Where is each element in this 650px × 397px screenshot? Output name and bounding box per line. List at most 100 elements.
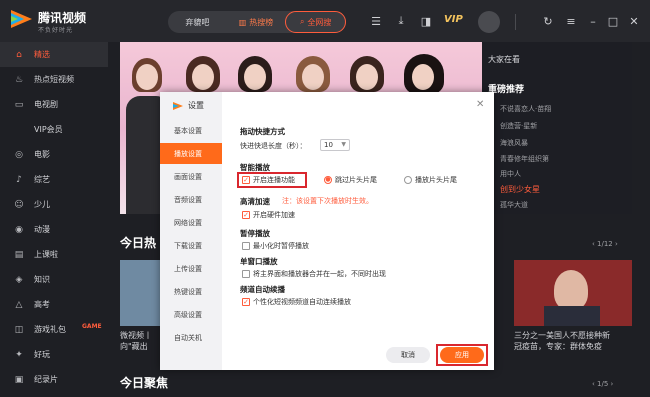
sidebar-item-knowledge[interactable]: ◈ 知识 — [0, 267, 108, 292]
sidebar-item-anime[interactable]: ◉ 动漫 — [0, 217, 108, 242]
seek-length-label: 快进快退长度（秒）： — [240, 142, 307, 150]
history-list-icon[interactable]: ☰ — [368, 13, 384, 29]
sidebar-item-documentary[interactable]: ▣ 纪录片 — [0, 367, 108, 392]
sidebar: ⌂ 精选 ♨ 热点短视频 ▭ 电视剧 VIP会员 ◎ 电影 ♪ 综艺 ☺ 少儿 ◉ 动漫 ▤ 上… — [0, 42, 108, 397]
continuous-play-checkbox[interactable]: ✓ — [242, 176, 250, 184]
gamepad-icon: ◫ — [14, 324, 24, 335]
skip-intro-radio[interactable]: ● — [324, 176, 332, 184]
settings-nav-auto-shutdown[interactable]: 自动关机 — [160, 327, 222, 348]
vip-button[interactable]: VIP — [444, 14, 463, 25]
pager-today-focus[interactable]: ‹ 1/5 › — [592, 380, 613, 388]
tab-community[interactable]: 弃貔吧 — [168, 11, 227, 33]
chevron-right-icon[interactable]: › — [608, 380, 614, 388]
bulb-icon: ◈ — [15, 274, 23, 285]
banner-person-face — [136, 64, 158, 90]
tab-search-all[interactable]: ⌕ 全网搜 — [285, 11, 347, 33]
brand-name: 腾讯视频 — [38, 11, 87, 25]
chart-icon: ▥ — [238, 17, 247, 27]
sidebar-item-movies[interactable]: ◎ 电影 — [0, 142, 108, 167]
tab-label: 全网搜 — [307, 17, 332, 27]
menu-icon[interactable]: ≡ — [563, 13, 579, 29]
sidebar-item-game-gifts[interactable]: ◫ 游戏礼包 GAME — [0, 317, 108, 342]
section-title-today-focus: 今日聚焦 — [120, 376, 169, 390]
skip-intro-label: 跳过片头片尾 — [335, 176, 377, 184]
apply-button[interactable]: 应用 — [440, 347, 484, 363]
settings-nav-playback[interactable]: 播放设置 — [160, 143, 222, 164]
recommend-item[interactable]: 用中人 — [500, 169, 521, 179]
recommend-item[interactable]: 青春修年组织第 — [500, 154, 549, 164]
seek-length-select[interactable]: 10 ▼ — [320, 139, 350, 151]
thumbnail-suit — [544, 306, 600, 326]
settings-content: 拖动快捷方式 快进快退长度（秒）： 10 ▼ 智能播放 ✓ 开启连播功能 ● 跳过… — [237, 92, 490, 370]
tab-label: 弃貔吧 — [185, 17, 210, 27]
recommend-item-highlight[interactable]: 创到少女星 — [500, 184, 540, 195]
settings-nav-basic[interactable]: 基本设置 — [160, 120, 222, 141]
banner-person-face — [302, 64, 324, 90]
maximize-icon[interactable]: □ — [605, 13, 621, 29]
sidebar-item-label: 热点短视频 — [34, 75, 74, 84]
banner-person-face — [412, 64, 434, 90]
tencent-video-logo[interactable] — [8, 8, 34, 30]
sidebar-item-featured[interactable]: ⌂ 精选 — [0, 42, 108, 67]
recommend-item[interactable]: 创造营·星新 — [500, 121, 537, 131]
home-icon: ⌂ — [16, 49, 22, 60]
video-caption[interactable]: 微视频丨 向"藏出 — [120, 330, 152, 352]
auto-continue-checkbox[interactable]: ✓ — [242, 298, 250, 306]
recommend-item[interactable]: 不说喜恋人·苗翔 — [500, 104, 551, 114]
cancel-button[interactable]: 取消 — [386, 347, 430, 363]
close-icon[interactable]: ✕ — [626, 13, 642, 29]
pause-minimize-checkbox[interactable] — [242, 242, 250, 250]
hw-accel-heading: 高清加速 — [240, 197, 270, 206]
game-icon[interactable]: ◨ — [418, 13, 434, 29]
pager-today-hot[interactable]: ‹ 1/12 › — [592, 240, 618, 248]
settings-nav-advanced[interactable]: 高级设置 — [160, 304, 222, 325]
caption-line: 微视频丨 — [120, 331, 152, 340]
title-bar: 腾讯视频 不负好时光 弃貔吧 ▥ 热搜榜 ⌕ 全网搜 ☰ ⤓ ◨ VIP ↻ ≡ –… — [0, 0, 650, 42]
dialog-title: 设置 — [188, 101, 204, 110]
sidebar-item-vip[interactable]: VIP会员 — [0, 117, 108, 142]
banner-person-face — [244, 64, 266, 90]
brand-slogan: 不负好时光 — [38, 27, 74, 34]
settings-nav-hotkeys[interactable]: 热键设置 — [160, 281, 222, 302]
sidebar-item-tv-series[interactable]: ▭ 电视剧 — [0, 92, 108, 117]
auto-continue-heading: 频道自动续播 — [240, 285, 285, 294]
sidebar-item-fun[interactable]: ✦ 好玩 — [0, 342, 108, 367]
settings-nav-network[interactable]: 网络设置 — [160, 212, 222, 233]
sidebar-item-label: 知识 — [34, 275, 50, 284]
sidebar-item-kids[interactable]: ☺ 少儿 — [0, 192, 108, 217]
game-badge: GAME — [82, 323, 102, 330]
video-thumbnail[interactable] — [514, 260, 632, 326]
minimize-icon[interactable]: – — [585, 13, 601, 29]
toolbar-divider — [515, 14, 516, 30]
video-thumbnail[interactable] — [120, 260, 160, 326]
recommend-item[interactable]: 海浪风暴 — [500, 138, 528, 148]
settings-nav-upload[interactable]: 上传设置 — [160, 258, 222, 279]
refresh-icon[interactable]: ↻ — [540, 13, 556, 29]
settings-nav-download[interactable]: 下载设置 — [160, 235, 222, 256]
sidebar-item-variety[interactable]: ♪ 综艺 — [0, 167, 108, 192]
settings-nav-audio[interactable]: 音频设置 — [160, 189, 222, 210]
recommend-item[interactable]: 孤华大道 — [500, 200, 528, 210]
video-caption[interactable]: 三分之一美国人不愿接种新 冠疫苗，专家：群体免疫 — [514, 330, 610, 352]
caption-line: 冠疫苗，专家：群体免疫 — [514, 342, 602, 351]
sidebar-item-exam[interactable]: △ 高考 — [0, 292, 108, 317]
play-intro-radio[interactable] — [404, 176, 412, 184]
chevron-right-icon[interactable]: › — [613, 240, 618, 248]
caption-line: 三分之一美国人不愿接种新 — [514, 331, 610, 340]
single-window-checkbox[interactable] — [242, 270, 250, 278]
continuous-play-label: 开启连播功能 — [253, 176, 295, 184]
avatar[interactable] — [478, 11, 500, 33]
download-icon[interactable]: ⤓ — [393, 13, 409, 29]
anime-icon: ◉ — [15, 224, 23, 235]
sidebar-item-label: 好玩 — [34, 350, 50, 359]
settings-nav-picture[interactable]: 画面设置 — [160, 166, 222, 187]
sidebar-item-hot-short-video[interactable]: ♨ 热点短视频 — [0, 67, 108, 92]
single-window-heading: 单窗口播放 — [240, 257, 278, 266]
tab-hot-search[interactable]: ▥ 热搜榜 — [227, 11, 286, 33]
mic-icon: ♪ — [16, 174, 22, 185]
settings-dialog: 设置 基本设置 播放设置 画面设置 音频设置 网络设置 下载设置 上传设置 热键… — [160, 92, 494, 370]
chevron-down-icon: ▼ — [341, 141, 346, 148]
hw-accel-checkbox[interactable]: ✓ — [242, 211, 250, 219]
recommend-panel: 大家在看 重磅推荐 不说喜恋人·苗翔 创造营·星新 海浪风暴 青春修年组织第 用… — [482, 42, 632, 214]
sidebar-item-class[interactable]: ▤ 上课啦 — [0, 242, 108, 267]
